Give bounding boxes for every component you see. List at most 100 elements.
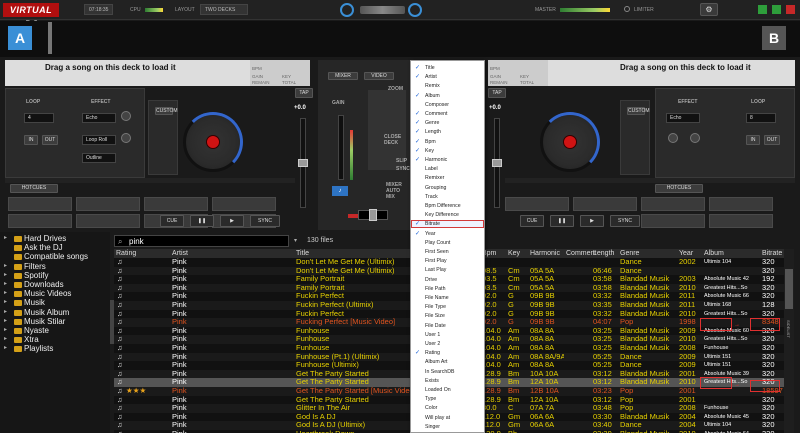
- menu-item-year[interactable]: ✓ Year: [411, 230, 484, 238]
- tree-expand-icon[interactable]: ▸: [4, 326, 7, 333]
- deck-a-tap-button[interactable]: TAP: [295, 88, 313, 98]
- deck-b-pad-2[interactable]: [573, 197, 637, 211]
- deck-a-play-pause-button[interactable]: ❚❚: [190, 215, 214, 227]
- menu-item-last-play[interactable]: Last Play: [411, 266, 484, 274]
- menu-item-will-play-at[interactable]: Will play at: [411, 414, 484, 422]
- deck-a-cue-button[interactable]: CUE: [160, 215, 184, 227]
- column-header-harmonic[interactable]: Harmonic: [530, 249, 564, 258]
- tree-expand-icon[interactable]: ▸: [4, 317, 7, 324]
- effect-select[interactable]: Echo: [82, 113, 116, 123]
- deck-b-pad-3[interactable]: [641, 197, 705, 211]
- maximize-button[interactable]: [772, 5, 781, 14]
- mixer-slip-label[interactable]: SLIP: [396, 158, 407, 164]
- tree-item[interactable]: Musik Stilar: [14, 317, 65, 326]
- deck-b-pad-1[interactable]: [505, 197, 569, 211]
- deck-a-pitch-slider[interactable]: [298, 118, 308, 208]
- deck-b-sync-button[interactable]: SYNC: [610, 215, 640, 227]
- menu-item-bpm[interactable]: ✓ Bpm: [411, 138, 484, 146]
- menu-item-type[interactable]: Type: [411, 395, 484, 403]
- menu-item-comment[interactable]: ✓ Comment: [411, 110, 484, 118]
- deck-a-jog-wheel[interactable]: [183, 112, 243, 172]
- menu-item-file-name[interactable]: File Name: [411, 294, 484, 302]
- column-header-length[interactable]: Length: [593, 249, 619, 258]
- gear-icon[interactable]: ⚙: [700, 3, 718, 16]
- tab-video[interactable]: VIDEO: [364, 72, 394, 80]
- tree-expand-icon[interactable]: ▸: [4, 234, 7, 241]
- column-header-comment[interactable]: Comment: [566, 249, 596, 258]
- deck-b-play-pause-button[interactable]: ❚❚: [550, 215, 574, 227]
- deck-b-loop-size[interactable]: 8: [746, 113, 776, 123]
- tab-mixer[interactable]: MIXER: [328, 72, 358, 80]
- deck-b-pad-7[interactable]: [641, 214, 705, 228]
- deck-a-sync-button[interactable]: SYNC: [250, 215, 280, 227]
- tree-item[interactable]: Hard Drives: [14, 234, 66, 243]
- loop-size[interactable]: 4: [24, 113, 54, 123]
- menu-item-exists[interactable]: Exists: [411, 377, 484, 385]
- menu-item-artist[interactable]: ✓ Artist: [411, 73, 484, 81]
- deck-b-play-button[interactable]: ▶: [580, 215, 604, 227]
- deck-b-loop-in-button[interactable]: IN: [746, 135, 760, 145]
- tree-expand-icon[interactable]: ▸: [4, 280, 7, 287]
- tree-item[interactable]: Spotify: [14, 271, 48, 280]
- tree-item[interactable]: Filters: [14, 262, 46, 271]
- tree-expand-icon[interactable]: ▸: [4, 271, 7, 278]
- outline-select[interactable]: Outline: [82, 153, 116, 163]
- column-header-album[interactable]: Album: [704, 249, 760, 258]
- column-header-rating[interactable]: Rating: [116, 249, 170, 258]
- menu-item-title[interactable]: ✓ Title: [411, 64, 484, 72]
- deck-b-effect-select[interactable]: Echo: [666, 113, 700, 123]
- tree-item[interactable]: Compatible songs: [14, 252, 88, 261]
- tree-expand-icon[interactable]: ▸: [4, 298, 7, 305]
- tree-item[interactable]: Xtra: [14, 335, 39, 344]
- menu-item-key-difference[interactable]: Key Difference: [411, 211, 484, 219]
- menu-item-play-count[interactable]: Play Count: [411, 239, 484, 247]
- loop-in-button[interactable]: IN: [24, 135, 38, 145]
- browser-left-handle[interactable]: [110, 300, 114, 344]
- deck-b-jog-wheel[interactable]: [540, 112, 600, 172]
- menu-item-album-art[interactable]: Album Art: [411, 358, 484, 366]
- menu-item-color[interactable]: Color: [411, 404, 484, 412]
- menu-item-drive[interactable]: Drive: [411, 276, 484, 284]
- menu-item-file-date[interactable]: File Date: [411, 322, 484, 330]
- len-knob[interactable]: [121, 133, 131, 143]
- mixer-close-deck[interactable]: CLOSE DECK: [384, 134, 410, 146]
- menu-item-genre[interactable]: ✓ Genre: [411, 119, 484, 127]
- menu-item-first-seen[interactable]: First Seen: [411, 248, 484, 256]
- deck-b-pitch-slider[interactable]: [492, 118, 502, 208]
- deck-b-tap-button[interactable]: TAP: [488, 88, 506, 98]
- vertical-scrollbar[interactable]: [784, 249, 794, 433]
- mixer-sync-label[interactable]: SYNC: [396, 166, 410, 172]
- deck-a-pad-1[interactable]: [8, 197, 72, 211]
- column-header-key[interactable]: Key: [508, 249, 528, 258]
- deck-a-pad-4[interactable]: [212, 197, 276, 211]
- tree-item[interactable]: Music Videos: [14, 289, 71, 298]
- menu-item-user-2[interactable]: User 2: [411, 340, 484, 348]
- deck-a-play-button[interactable]: ▶: [220, 215, 244, 227]
- crossfader-mini[interactable]: [360, 6, 405, 14]
- scrollbar-thumb[interactable]: [785, 269, 793, 309]
- tree-expand-icon[interactable]: ▸: [4, 308, 7, 315]
- crossfader[interactable]: [358, 209, 388, 221]
- menu-item-key[interactable]: ✓ Key: [411, 147, 484, 155]
- deck-b-str-knob[interactable]: [668, 133, 678, 143]
- deck-b-len-knob[interactable]: [690, 133, 700, 143]
- deck-a-hotcues-select[interactable]: HOTCUES: [10, 184, 58, 193]
- tree-item[interactable]: Playlists: [14, 344, 53, 353]
- menu-item-bitrate[interactable]: ✓ Bitrate: [411, 220, 484, 229]
- deck-b-custom-button[interactable]: CUSTOM: [627, 107, 650, 115]
- layout-select[interactable]: TWO DECKS: [200, 4, 248, 15]
- tree-item[interactable]: Musik Album: [14, 308, 69, 317]
- tree-item[interactable]: Downloads: [14, 280, 64, 289]
- column-header-artist[interactable]: Artist: [172, 249, 294, 258]
- deck-b-pad-8[interactable]: [709, 214, 773, 228]
- str-knob[interactable]: [121, 111, 131, 121]
- deck-b-cue-button[interactable]: CUE: [520, 215, 544, 227]
- deck-a-pad-3[interactable]: [144, 197, 208, 211]
- tree-expand-icon[interactable]: ▸: [4, 344, 7, 351]
- loop-out-button[interactable]: OUT: [42, 135, 58, 145]
- menu-item-length[interactable]: ✓ Length: [411, 128, 484, 136]
- deck-a-pad-5[interactable]: [8, 214, 72, 228]
- menu-item-rating[interactable]: ✓ Rating: [411, 349, 484, 357]
- search-field[interactable]: ⌕ pink: [114, 235, 289, 247]
- menu-item-loaded-on[interactable]: Loaded On: [411, 386, 484, 394]
